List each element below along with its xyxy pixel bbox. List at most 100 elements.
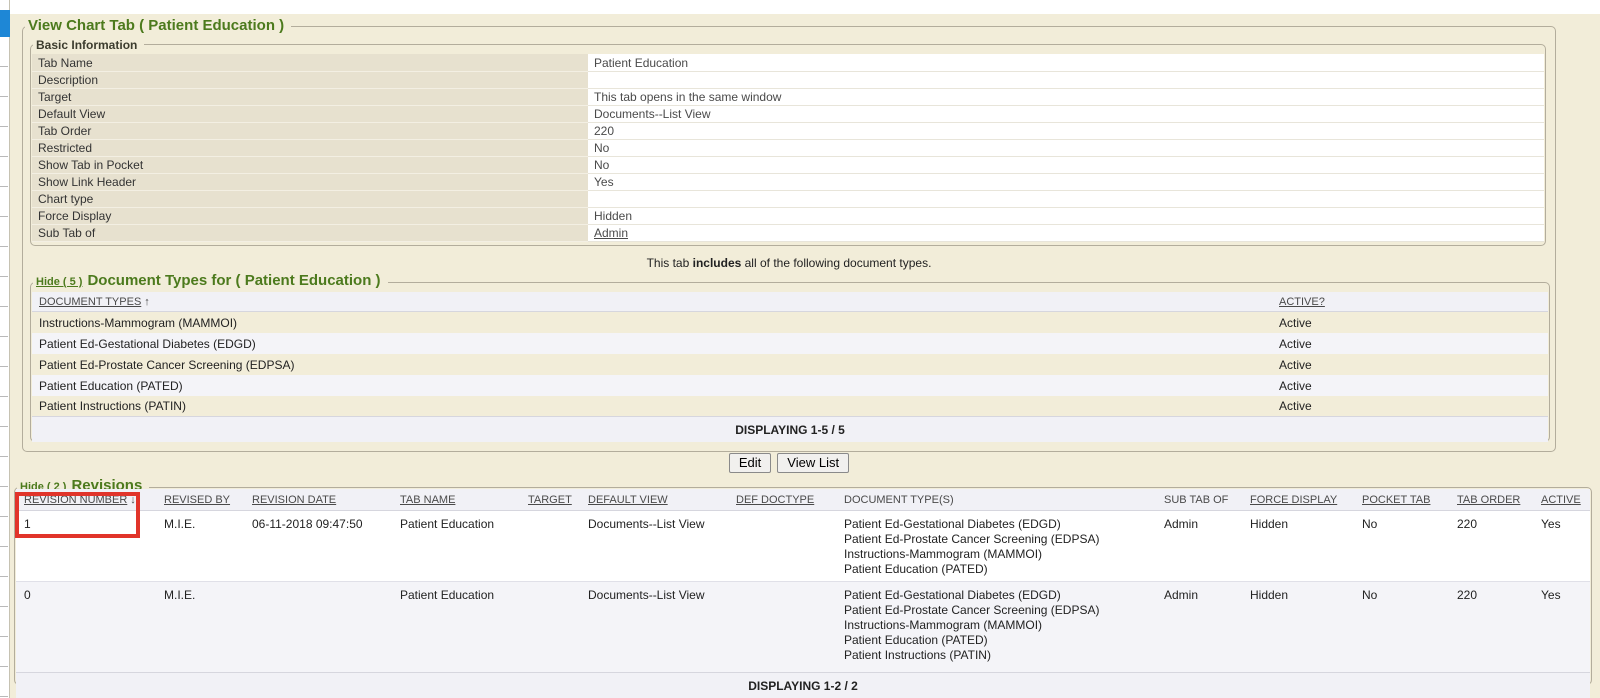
revision-number: 0: [16, 582, 156, 673]
action-bar: Edit View List: [22, 453, 1556, 473]
tab-order-sort-link[interactable]: TAB ORDER: [1457, 494, 1520, 506]
col-header-document-types: DOCUMENT TYPE(S): [836, 489, 1156, 511]
table-row: Default View Documents--List View: [32, 105, 1544, 122]
field-value-tab-order: 220: [588, 122, 1544, 139]
sub-tab-of-link[interactable]: Admin: [594, 226, 628, 240]
default-view-sort-link[interactable]: DEFAULT VIEW: [588, 494, 668, 506]
displaying-count: DISPLAYING 1-2 / 2: [16, 673, 1590, 698]
revisions-table: REVISION NUMBER↓ REVISED BY REVISION DAT…: [16, 489, 1590, 698]
table-row: Patient Ed-Prostate Cancer Screening (ED…: [32, 354, 1548, 375]
col-header-active: ACTIVE?: [1272, 292, 1548, 312]
field-value-sub-tab-of: Admin: [588, 224, 1544, 241]
col-header-default-view: DEFAULT VIEW: [580, 489, 728, 511]
tab-order: 220: [1449, 511, 1533, 582]
col-header-revision-date: REVISION DATE: [244, 489, 392, 511]
def-doctype-sort-link[interactable]: DEF DOCTYPE: [736, 494, 814, 506]
col-header-force-display: FORCE DISPLAY: [1242, 489, 1354, 511]
field-value-tab-name: Patient Education: [588, 54, 1544, 71]
document-type-active: Active: [1272, 333, 1548, 354]
active: Yes: [1533, 511, 1590, 582]
col-header-active: ACTIVE: [1533, 489, 1590, 511]
revision-date: 06-11-2018 09:47:50: [244, 511, 392, 582]
revisions-panel: Hide ( 2 )Revisions REVISION NUMBER↓ REV…: [14, 487, 1592, 685]
table-row: Restricted No: [32, 139, 1544, 156]
revision-row-2: 0 M.I.E. Patient Education Documents--Li…: [16, 582, 1590, 673]
document-type-active: Active: [1272, 312, 1548, 333]
view-list-button[interactable]: View List: [777, 453, 849, 473]
includes-note: This tab includes all of the following d…: [22, 256, 1556, 270]
document-type-name: Patient Ed-Prostate Cancer Screening (ED…: [32, 354, 1272, 375]
pocket-tab-sort-link[interactable]: POCKET TAB: [1362, 494, 1430, 506]
field-value-show-link-header: Yes: [588, 173, 1544, 190]
col-header-revised-by: REVISED BY: [156, 489, 244, 511]
edit-button[interactable]: Edit: [729, 453, 771, 473]
field-label-default-view: Default View: [32, 105, 588, 122]
active: Yes: [1533, 582, 1590, 673]
revision-number-sort-link[interactable]: REVISION NUMBER: [24, 494, 127, 506]
pocket-tab: No: [1354, 511, 1449, 582]
field-value-default-view: Documents--List View: [588, 105, 1544, 122]
target-sort-link[interactable]: TARGET: [528, 494, 572, 506]
force-display: Hidden: [1242, 511, 1354, 582]
field-label-description: Description: [32, 71, 588, 88]
revised-by-sort-link[interactable]: REVISED BY: [164, 494, 230, 506]
document-type-name: Patient Ed-Gestational Diabetes (EDGD): [32, 333, 1272, 354]
field-label-target: Target: [32, 88, 588, 105]
table-header-row: DOCUMENT TYPES↑ ACTIVE?: [32, 292, 1548, 312]
field-value-description: [588, 71, 1544, 88]
table-row: Patient Ed-Gestational Diabetes (EDGD) A…: [32, 333, 1548, 354]
displaying-count: DISPLAYING 1-5 / 5: [32, 417, 1548, 443]
document-type-name: Patient Education (PATED): [32, 375, 1272, 396]
field-label-chart-type: Chart type: [32, 190, 588, 207]
field-value-chart-type: [588, 190, 1544, 207]
left-nav-active-indicator: [0, 10, 10, 37]
document-type-active: Active: [1272, 396, 1548, 417]
revision-date: [244, 582, 392, 673]
document-type-active: Active: [1272, 354, 1548, 375]
default-view: Documents--List View: [580, 511, 728, 582]
revision-date-sort-link[interactable]: REVISION DATE: [252, 494, 336, 506]
table-row: Sub Tab of Admin: [32, 224, 1544, 241]
sort-descending-icon: ↓: [130, 494, 136, 506]
tab-order: 220: [1449, 582, 1533, 673]
active-sort-link[interactable]: ACTIVE: [1541, 494, 1581, 506]
table-row: Description: [32, 71, 1544, 88]
document-types-sort-link[interactable]: DOCUMENT TYPES: [39, 296, 141, 308]
tab-name-sort-link[interactable]: TAB NAME: [400, 494, 455, 506]
field-label-show-tab-in-pocket: Show Tab in Pocket: [32, 156, 588, 173]
tab-name: Patient Education: [392, 511, 520, 582]
field-value-restricted: No: [588, 139, 1544, 156]
tab-name: Patient Education: [392, 582, 520, 673]
pocket-tab: No: [1354, 582, 1449, 673]
table-footer-row: DISPLAYING 1-2 / 2: [16, 673, 1590, 698]
col-header-sub-tab-of: SUB TAB OF: [1156, 489, 1242, 511]
document-types-legend: Hide ( 5 )Document Types for ( Patient E…: [33, 272, 388, 291]
field-label-tab-order: Tab Order: [32, 122, 588, 139]
revised-by: M.I.E.: [156, 511, 244, 582]
document-type-name: Instructions-Mammogram (MAMMOI): [32, 312, 1272, 333]
sort-ascending-icon: ↑: [144, 296, 150, 308]
field-label-force-display: Force Display: [32, 207, 588, 224]
target: [520, 582, 580, 673]
def-doctype: [728, 511, 836, 582]
table-footer-row: DISPLAYING 1-5 / 5: [32, 417, 1548, 443]
table-row: Instructions-Mammogram (MAMMOI) Active: [32, 312, 1548, 333]
table-row: Tab Name Patient Education: [32, 54, 1544, 71]
revision-row-1: 1 M.I.E. 06-11-2018 09:47:50 Patient Edu…: [16, 511, 1590, 582]
basic-information-panel: Basic Information Tab Name Patient Educa…: [30, 44, 1546, 246]
table-row: Show Link Header Yes: [32, 173, 1544, 190]
document-types-table: DOCUMENT TYPES↑ ACTIVE? Instructions-Mam…: [32, 292, 1548, 442]
table-row: Target This tab opens in the same window: [32, 88, 1544, 105]
field-label-tab-name: Tab Name: [32, 54, 588, 71]
force-display-sort-link[interactable]: FORCE DISPLAY: [1250, 494, 1337, 506]
document-types-panel: Hide ( 5 )Document Types for ( Patient E…: [30, 282, 1550, 442]
document-types-list: Patient Ed-Gestational Diabetes (EDGD) P…: [836, 511, 1156, 582]
field-value-force-display: Hidden: [588, 207, 1544, 224]
active-sort-link[interactable]: ACTIVE?: [1279, 296, 1325, 308]
table-row: Patient Instructions (PATIN) Active: [32, 396, 1548, 417]
col-header-def-doctype: DEF DOCTYPE: [728, 489, 836, 511]
revision-number: 1: [16, 511, 156, 582]
col-header-document-types: DOCUMENT TYPES↑: [32, 292, 1272, 312]
hide-document-types-link[interactable]: Hide ( 5 ): [36, 276, 82, 288]
default-view: Documents--List View: [580, 582, 728, 673]
